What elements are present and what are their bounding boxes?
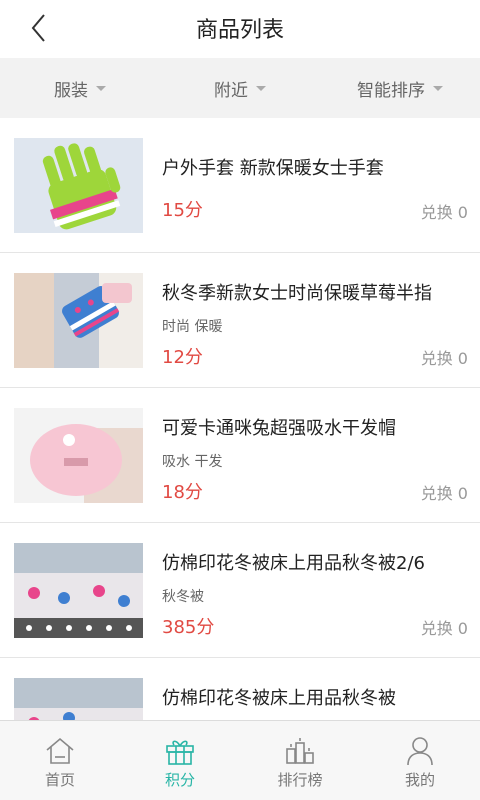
filter-label: 智能排序 <box>357 80 425 101</box>
redeem-count: 兑换 0 <box>420 203 468 222</box>
product-item[interactable]: 可爱卡通咪兔超强吸水干发帽 吸水 干发 18分 兑换 0 <box>0 388 480 523</box>
product-price: 12分 <box>162 347 203 368</box>
product-title: 可爱卡通咪兔超强吸水干发帽 <box>162 418 396 439</box>
caret-down-icon <box>256 85 266 91</box>
bottom-tab-bar: 首页 积分 排行榜 我的 <box>0 720 480 800</box>
product-tags: 吸水 干发 <box>162 454 223 470</box>
product-title: 户外手套 新款保暖女士手套 <box>162 158 384 179</box>
tab-ranking[interactable]: 排行榜 <box>240 721 360 800</box>
page-title: 商品列表 <box>195 18 284 43</box>
tab-points[interactable]: 积分 <box>120 721 240 800</box>
filter-label: 附近 <box>214 80 248 101</box>
caret-down-icon <box>433 85 443 91</box>
quilt-image <box>14 543 143 638</box>
filter-bar: 服装 附近 智能排序 <box>0 58 480 118</box>
product-price: 18分 <box>162 482 203 503</box>
product-title: 秋冬季新款女士时尚保暖草莓半指 <box>162 283 432 304</box>
ranking-icon <box>286 738 314 764</box>
product-list: 户外手套 新款保暖女士手套 15分 兑换 0 秋冬季新款女士时尚保暖草莓半指 时… <box>0 118 480 720</box>
product-price: 15分 <box>162 200 203 221</box>
product-item[interactable]: 秋冬季新款女士时尚保暖草莓半指 时尚 保暖 12分 兑换 0 <box>0 253 480 388</box>
gloves-image <box>14 138 143 233</box>
user-icon <box>407 737 433 766</box>
product-tags: 时尚 保暖 <box>162 319 223 335</box>
product-item[interactable]: 户外手套 新款保暖女士手套 15分 兑换 0 <box>0 118 480 253</box>
gift-icon <box>166 740 194 765</box>
tab-mine[interactable]: 我的 <box>360 721 480 800</box>
product-price: 385分 <box>162 617 215 638</box>
tab-label: 积分 <box>164 771 195 789</box>
redeem-count: 兑换 0 <box>420 484 468 503</box>
tab-label: 排行榜 <box>277 771 323 789</box>
product-title: 仿棉印花冬被床上用品秋冬被2/6 <box>162 553 425 574</box>
product-title: 仿棉印花冬被床上用品秋冬被 <box>162 688 396 709</box>
product-item[interactable]: 仿棉印花冬被床上用品秋冬被2/6 秋冬被 385分 兑换 0 <box>0 523 480 658</box>
filter-label: 服装 <box>54 80 88 101</box>
redeem-count: 兑换 0 <box>420 619 468 638</box>
home-icon <box>46 737 74 764</box>
filter-nearby[interactable]: 附近 <box>160 58 320 118</box>
header: 商品列表 <box>0 0 480 58</box>
product-tags: 秋冬被 <box>162 589 204 605</box>
filter-sort[interactable]: 智能排序 <box>320 58 480 118</box>
redeem-count: 兑换 0 <box>420 349 468 368</box>
product-item[interactable]: 仿棉印花冬被床上用品秋冬被 <box>0 658 480 720</box>
hair-cap-image <box>14 408 143 503</box>
quilt-image <box>14 678 143 720</box>
caret-down-icon <box>96 85 106 91</box>
tab-home[interactable]: 首页 <box>0 721 120 800</box>
fingerless-gloves-image <box>14 273 143 368</box>
filter-category[interactable]: 服装 <box>0 58 160 118</box>
tab-label: 我的 <box>404 771 435 789</box>
tab-label: 首页 <box>44 771 75 789</box>
